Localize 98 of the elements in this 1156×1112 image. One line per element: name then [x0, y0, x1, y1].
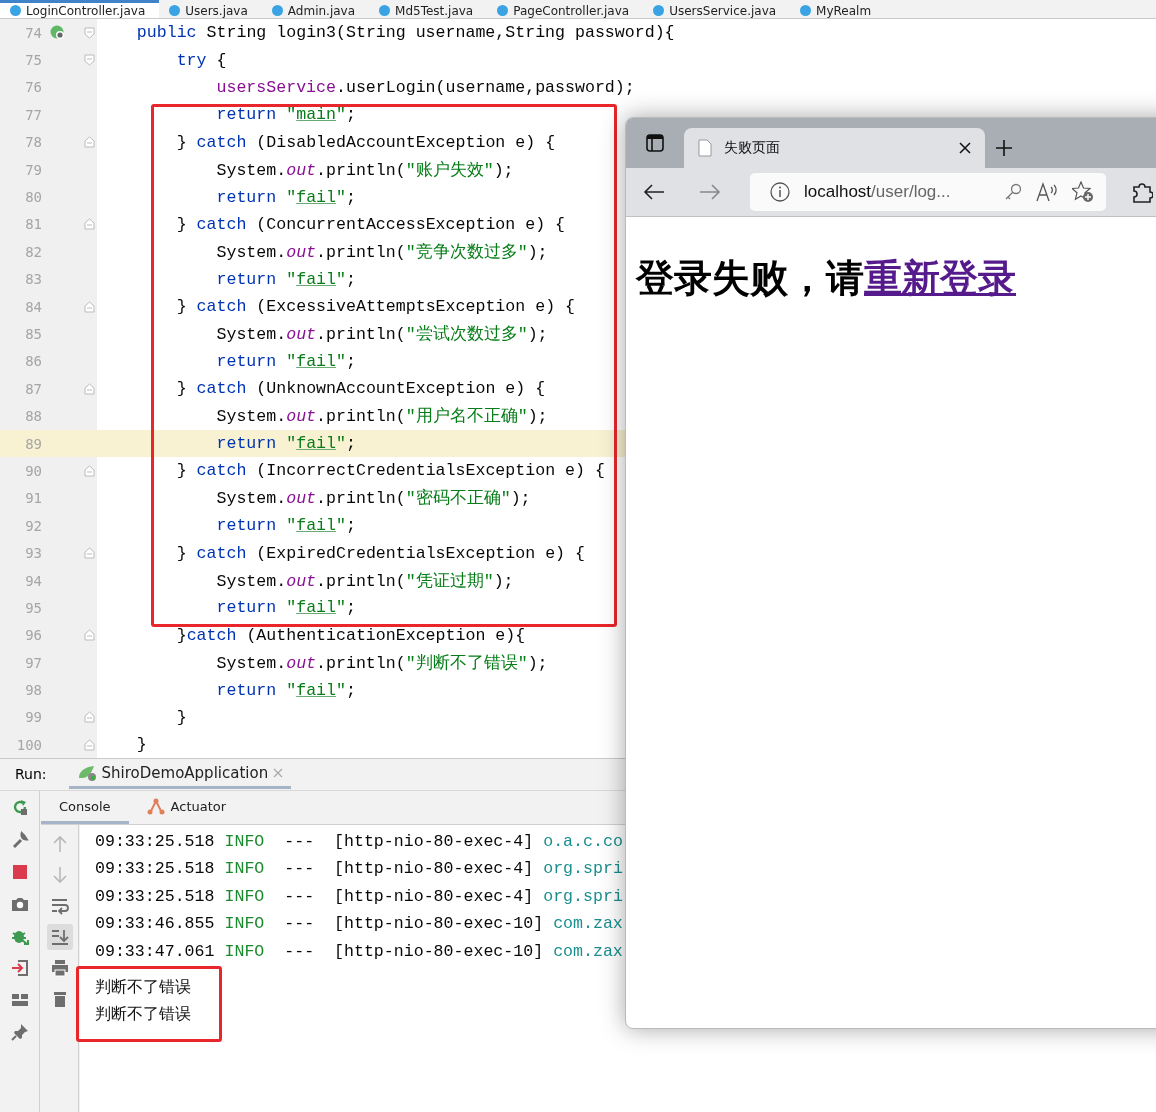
code-line: try { — [175, 50, 227, 70]
editor-tab[interactable]: UsersService.java — [643, 0, 791, 18]
scroll-end-button[interactable] — [46, 924, 73, 950]
line-number: 88 — [24, 408, 42, 425]
favorite-star-icon[interactable] — [1072, 181, 1094, 203]
line-number: 75 — [24, 52, 42, 69]
line-number: 99 — [24, 709, 42, 726]
code-line: return "fail"; — [215, 598, 356, 618]
code-line: return "fail"; — [215, 516, 356, 536]
code-line: return "fail"; — [215, 680, 356, 700]
code-line: return "fail"; — [215, 187, 356, 207]
code-line: System.out.println("尝试次数过多"); — [215, 324, 548, 345]
address-field[interactable]: localhost/user/log... — [750, 173, 1106, 211]
line-number: 93 — [24, 545, 42, 562]
bean-icon[interactable] — [50, 24, 66, 41]
layout-icon[interactable] — [10, 991, 29, 1009]
read-aloud-icon[interactable] — [1036, 182, 1058, 202]
line-number: 87 — [24, 380, 42, 397]
page-heading: 登录失败，请重新登录 — [636, 255, 1017, 302]
line-number: 83 — [24, 271, 42, 288]
editor-tab[interactable]: MyRealm — [790, 0, 886, 18]
exit-icon[interactable] — [10, 959, 29, 977]
code-line: } catch (ConcurrentAccessException e) { — [175, 214, 566, 234]
line-number: 77 — [24, 106, 42, 123]
line-number: 94 — [24, 572, 42, 589]
code-line: return "fail"; — [215, 351, 356, 371]
key-icon[interactable] — [1004, 183, 1022, 201]
editor-tab[interactable]: Users.java — [159, 0, 262, 18]
line-number: 98 — [24, 682, 42, 699]
line-number: 86 — [24, 353, 42, 370]
code-line: public String login3(String username,String password){ — [135, 23, 675, 43]
line-number: 96 — [24, 627, 42, 644]
line-number: 89 — [24, 435, 42, 452]
log-line: 09:33:46.855 INFO --- [http-nio-80-exec-10] com.zax — [95, 913, 624, 936]
line-number: 82 — [24, 243, 42, 260]
code-line: } catch (ExcessiveAttemptsException e) { — [175, 297, 575, 317]
info-icon[interactable] — [770, 182, 790, 202]
line-number: 78 — [24, 134, 42, 151]
line-number: 80 — [24, 189, 42, 206]
code-line: System.out.println("判断不了错误"); — [215, 652, 548, 674]
log-line: 09:33:25.518 INFO --- [http-nio-80-exec-4] org.spri — [95, 885, 624, 908]
run-label: Run: — [15, 766, 47, 782]
editor-tab[interactable]: Admin.java — [261, 0, 370, 18]
code-line: return "fail"; — [215, 269, 356, 289]
console-tab[interactable]: Actuator — [128, 791, 245, 824]
new-tab-icon[interactable] — [995, 139, 1013, 157]
close-icon[interactable] — [959, 142, 971, 154]
line-number: 74 — [24, 24, 42, 41]
code-line: } catch (DisabledAccountException e) { — [175, 132, 556, 152]
line-number: 97 — [24, 654, 42, 671]
back-icon[interactable] — [643, 183, 665, 201]
code-line: System.out.println("竞争次数过多"); — [215, 241, 548, 263]
log-line: 09:33:47.061 INFO --- [http-nio-80-exec-10] com.zax — [95, 940, 624, 963]
relogin-link[interactable]: 重新登录 — [864, 256, 1016, 300]
code-line: System.out.println("密码不正确"); — [215, 487, 531, 510]
log-line: 09:33:25.518 INFO --- [http-nio-80-exec-4] org.spri — [95, 858, 624, 881]
code-line: } catch (UnknownAccountException e) { — [175, 379, 546, 399]
line-number: 84 — [24, 298, 42, 315]
code-line: } catch (IncorrectCredentialsException e) { — [175, 461, 605, 481]
line-number: 90 — [24, 462, 42, 479]
spring-boot-icon — [76, 763, 97, 782]
actuator-icon — [146, 797, 165, 815]
code-line: System.out.println("凭证过期"); — [215, 570, 514, 592]
code-line: usersService.userLogin(username,password); — [215, 77, 635, 97]
run-config-tab[interactable]: ShiroDemoApplication — [68, 759, 292, 789]
puzzle-icon[interactable] — [1131, 181, 1153, 203]
editor-tab[interactable]: LoginController.java — [0, 0, 160, 18]
code-line: }catch (AuthenticationException e){ — [175, 625, 526, 645]
line-number: 76 — [24, 79, 42, 96]
line-number: 100 — [15, 736, 42, 753]
line-number: 95 — [24, 599, 42, 616]
line-number: 91 — [24, 490, 42, 507]
code-line: } — [175, 707, 187, 727]
log-line: 09:33:25.518 INFO --- [http-nio-80-exec-4] o.a.c.co — [95, 831, 624, 853]
camera-icon[interactable] — [10, 895, 29, 913]
line-number: 81 — [24, 216, 42, 233]
stop-icon[interactable] — [10, 863, 29, 881]
browser-tab[interactable]: 失败页面 — [684, 128, 985, 168]
code-line: return "main"; — [215, 105, 356, 125]
wrap-icon[interactable] — [50, 897, 69, 915]
console-output: 判断不了错误 — [95, 1003, 191, 1023]
code-line: System.out.println("账户失效"); — [215, 159, 514, 181]
print-icon[interactable] — [50, 959, 69, 977]
forward-icon[interactable] — [699, 183, 721, 201]
pin-icon[interactable] — [10, 1023, 29, 1041]
line-number: 85 — [24, 326, 42, 342]
code-line: System.out.println("用户名不正确"); — [215, 406, 548, 428]
line-number: 92 — [24, 517, 42, 534]
code-line: } catch (ExpiredCredentialsException e) { — [175, 543, 585, 563]
editor-tab[interactable]: PageController.java — [487, 0, 644, 18]
line-number: 79 — [24, 161, 42, 178]
code-line: return "fail"; — [215, 434, 356, 454]
tab-actions-icon[interactable] — [646, 134, 664, 152]
code-line: } — [135, 735, 147, 755]
wrench-icon[interactable] — [10, 831, 29, 849]
editor-tab[interactable]: Md5Test.java — [369, 0, 488, 18]
page-icon — [698, 139, 712, 157]
console-output: 判断不了错误 — [95, 976, 191, 996]
